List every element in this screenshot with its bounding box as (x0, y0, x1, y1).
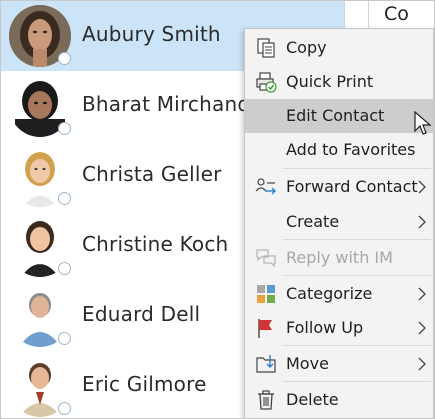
submenu-chevron-icon (418, 287, 426, 301)
menu-separator (283, 381, 431, 382)
menu-item-label: Reply with IM (286, 248, 393, 267)
menu-item-delete[interactable]: Delete (245, 383, 433, 417)
flag-icon (258, 319, 272, 338)
mouse-pointer-icon (414, 111, 432, 135)
menu-item-categorize[interactable]: Categorize (245, 277, 433, 311)
presence-status-icon (58, 122, 71, 135)
menu-separator (283, 345, 431, 346)
reply-im-icon (256, 249, 276, 268)
menu-item-label: Create (286, 212, 340, 231)
menu-item-label: Quick Print (286, 72, 374, 91)
copy-icon (257, 38, 275, 58)
trash-icon (258, 390, 274, 410)
presence-status-icon (58, 262, 71, 275)
submenu-chevron-icon (418, 215, 426, 229)
submenu-chevron-icon (418, 180, 426, 194)
menu-item-label: Categorize (286, 284, 373, 303)
categorize-icon (257, 285, 275, 303)
menu-item-label: Copy (286, 38, 327, 57)
contact-name: Aubury Smith (82, 22, 221, 46)
menu-item-label: Edit Contact (286, 106, 385, 125)
menu-item-create[interactable]: Create (245, 205, 433, 239)
contact-name: Christa Geller (82, 162, 222, 186)
presence-status-icon (58, 332, 71, 345)
menu-item-forward-contact[interactable]: Forward Contact (245, 170, 433, 204)
menu-item-follow-up[interactable]: Follow Up (245, 311, 433, 345)
presence-status-icon (58, 192, 71, 205)
menu-item-label: Add to Favorites (286, 140, 416, 159)
menu-item-reply-with-im: Reply with IM (245, 241, 433, 275)
menu-item-copy[interactable]: Copy (245, 31, 433, 65)
pane-divider (344, 1, 345, 28)
outlook-contacts-window: Co Aubury Smith Bharat Mirchandani Chris… (0, 0, 435, 419)
pane-divider (368, 1, 369, 28)
contact-name: Christine Koch (82, 232, 229, 256)
menu-item-label: Follow Up (286, 318, 364, 337)
contact-name: Eric Gilmore (82, 372, 207, 396)
context-menu: Copy Quick Print Edit Contact Add to Fav… (244, 28, 434, 418)
contact-name: Eduard Dell (82, 302, 201, 326)
submenu-chevron-icon (418, 321, 426, 335)
menu-item-edit-contact[interactable]: Edit Contact (245, 99, 433, 133)
presence-status-icon (58, 402, 71, 415)
menu-item-label: Forward Contact (286, 177, 418, 196)
menu-separator (283, 168, 431, 169)
menu-item-move[interactable]: Move (245, 347, 433, 381)
reading-pane-header-text: Co (384, 3, 409, 25)
quick-print-icon (256, 72, 277, 93)
menu-item-label: Move (286, 354, 329, 373)
menu-item-quick-print[interactable]: Quick Print (245, 65, 433, 99)
forward-contact-icon (255, 178, 276, 195)
submenu-chevron-icon (418, 357, 426, 371)
menu-item-label: Delete (286, 390, 339, 409)
move-icon (256, 355, 276, 373)
menu-item-add-to-favorites[interactable]: Add to Favorites (245, 133, 433, 167)
menu-separator (283, 239, 431, 240)
presence-status-icon (58, 52, 71, 65)
menu-separator (283, 275, 431, 276)
